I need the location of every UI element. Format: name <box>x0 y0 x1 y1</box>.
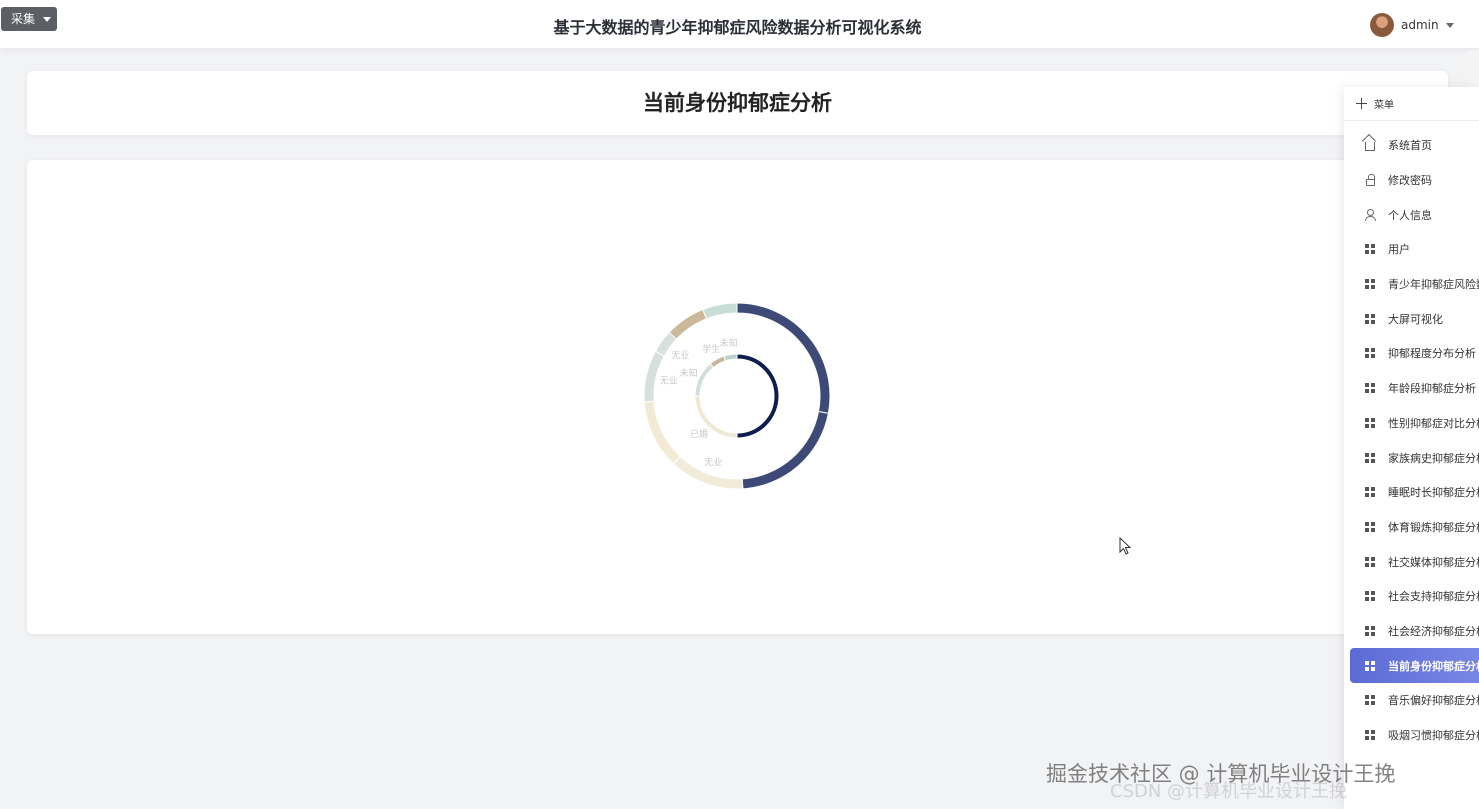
grid-icon <box>1364 243 1376 255</box>
grid-icon <box>1364 729 1376 741</box>
grid-icon <box>1364 313 1376 325</box>
menu-item-label: 体育锻炼抑郁症分析 <box>1388 520 1479 534</box>
user-icon <box>1364 209 1376 222</box>
menu-item[interactable]: 个人信息 <box>1344 197 1479 232</box>
chevron-down-icon[interactable] <box>1445 22 1454 28</box>
menu-item-label: 家族病史抑郁症分析 <box>1388 451 1479 465</box>
top-header: 采集 基于大数据的青少年抑郁症风险数据分析可视化系统 admin <box>0 0 1479 48</box>
page-title: 当前身份抑郁症分析 <box>643 91 832 115</box>
slice-label: 学生 <box>702 343 720 355</box>
menu-title: 菜单 <box>1374 100 1394 111</box>
grid-icon <box>1364 625 1376 637</box>
floating-menu: 菜单 系统首页修改密码个人信息用户青少年抑郁症风险数 大屏可视化抑郁程度分布分析年… <box>1344 87 1479 809</box>
slice-label: 未知 <box>680 367 698 379</box>
grid-icon <box>1364 486 1376 498</box>
menu-item[interactable]: 年龄段抑郁症分析 <box>1344 371 1479 406</box>
inner-ring-slice[interactable] <box>709 355 727 369</box>
username[interactable]: admin <box>1401 18 1439 32</box>
slice-label: 无业 <box>660 376 678 387</box>
menu-item-label: 青少年抑郁症风险数 <box>1388 278 1479 292</box>
menu-item[interactable]: 社交媒体抑郁症分析 <box>1344 544 1479 579</box>
menu-item[interactable]: 修改密码 <box>1344 163 1479 198</box>
menu-item[interactable]: 体育锻炼抑郁症分析 <box>1344 510 1479 545</box>
sunburst-chart[interactable]: 已婚未知学生未知无业无业无业 <box>27 160 1448 634</box>
lock-icon <box>1364 173 1376 186</box>
grid-icon <box>1364 347 1376 359</box>
menu-item-label: 社会经济抑郁症分析 <box>1388 624 1479 638</box>
user-menu[interactable]: admin <box>1370 13 1454 37</box>
outer-ring-slice[interactable] <box>702 302 738 320</box>
menu-item[interactable]: 大屏可视化 <box>1344 301 1479 336</box>
inner-ring-slice[interactable] <box>723 353 738 362</box>
page-title-card: 当前身份抑郁症分析 <box>27 71 1448 135</box>
menu-item[interactable]: 抑郁程度分布分析 <box>1344 336 1479 371</box>
outer-ring-slice[interactable] <box>643 400 681 465</box>
chart-card: 已婚 未知 学生 未知 无业 无业 无业 <box>27 160 1448 634</box>
menu-item-label: 用户 <box>1388 243 1410 257</box>
slice-label: 无业 <box>671 350 689 361</box>
slice-label: 已婚 <box>690 428 708 440</box>
avatar[interactable] <box>1370 13 1394 37</box>
grid-icon <box>1364 660 1376 672</box>
menu-item-label: 社会支持抑郁症分析 <box>1388 590 1479 604</box>
menu-item[interactable]: 当前身份抑郁症分析 <box>1350 648 1479 683</box>
slice-label: 无业 <box>704 457 722 468</box>
menu-header[interactable]: 菜单 <box>1344 87 1479 121</box>
inner-ring-slice[interactable] <box>736 353 780 439</box>
menu-item[interactable]: 社会支持抑郁症分析 <box>1344 579 1479 614</box>
grid-icon <box>1364 382 1376 394</box>
menu-item[interactable]: 社会经济抑郁症分析 <box>1344 614 1479 649</box>
menu-item[interactable]: 音乐偏好抑郁症分析 <box>1344 683 1479 718</box>
home-icon <box>1364 139 1376 152</box>
menu-item[interactable]: 吸烟习惯抑郁症分析 <box>1344 718 1479 753</box>
grid-icon <box>1364 452 1376 464</box>
grid-icon <box>1364 556 1376 568</box>
menu-list: 系统首页修改密码个人信息用户青少年抑郁症风险数 大屏可视化抑郁程度分布分析 年龄段抑… <box>1344 128 1479 752</box>
inner-ring-slice[interactable] <box>694 362 715 397</box>
menu-item-label: 年龄段抑郁症分析 <box>1388 382 1476 396</box>
grid-icon <box>1364 521 1376 533</box>
system-title: 基于大数据的青少年抑郁症风险数据分析可视化系统 <box>553 18 922 37</box>
menu-item-label: 当前身份抑郁症分析 <box>1388 659 1479 673</box>
menu-item[interactable]: 性别抑郁症对比分析 <box>1344 406 1479 441</box>
grid-icon <box>1364 278 1376 290</box>
slice-label: 未知 <box>720 337 738 349</box>
menu-item-label: 修改密码 <box>1388 174 1432 188</box>
menu-item[interactable]: 用户 <box>1344 232 1479 267</box>
menu-item-label: 大屏可视化 <box>1388 312 1443 326</box>
menu-item-label: 音乐偏好抑郁症分析 <box>1388 694 1479 708</box>
menu-item-label: 吸烟习惯抑郁症分析 <box>1388 729 1479 743</box>
menu-item[interactable]: 系统首页 <box>1344 128 1479 163</box>
grid-icon <box>1364 590 1376 602</box>
grid-icon <box>1364 417 1376 429</box>
menu-item[interactable]: 家族病史抑郁症分析 <box>1344 440 1479 475</box>
menu-item-label: 个人信息 <box>1388 208 1432 222</box>
outer-ring-slice[interactable] <box>741 410 829 490</box>
menu-item[interactable]: 睡眠时长抑郁症分析 <box>1344 475 1479 510</box>
move-icon[interactable] <box>1356 98 1367 109</box>
mouse-cursor-icon <box>1119 537 1132 555</box>
menu-item-label: 性别抑郁症对比分析 <box>1388 416 1479 430</box>
menu-item-label: 抑郁程度分布分析 <box>1388 347 1476 361</box>
menu-item-label: 睡眠时长抑郁症分析 <box>1388 486 1479 500</box>
outer-ring-slice[interactable] <box>668 308 708 340</box>
menu-item-label: 社交媒体抑郁症分析 <box>1388 555 1479 569</box>
menu-item[interactable]: 青少年抑郁症风险数 <box>1344 267 1479 302</box>
watermark-faint: CSDN @计算机毕业设计王挽 <box>1110 781 1348 802</box>
menu-item-label: 系统首页 <box>1388 139 1432 153</box>
grid-icon <box>1364 694 1376 706</box>
